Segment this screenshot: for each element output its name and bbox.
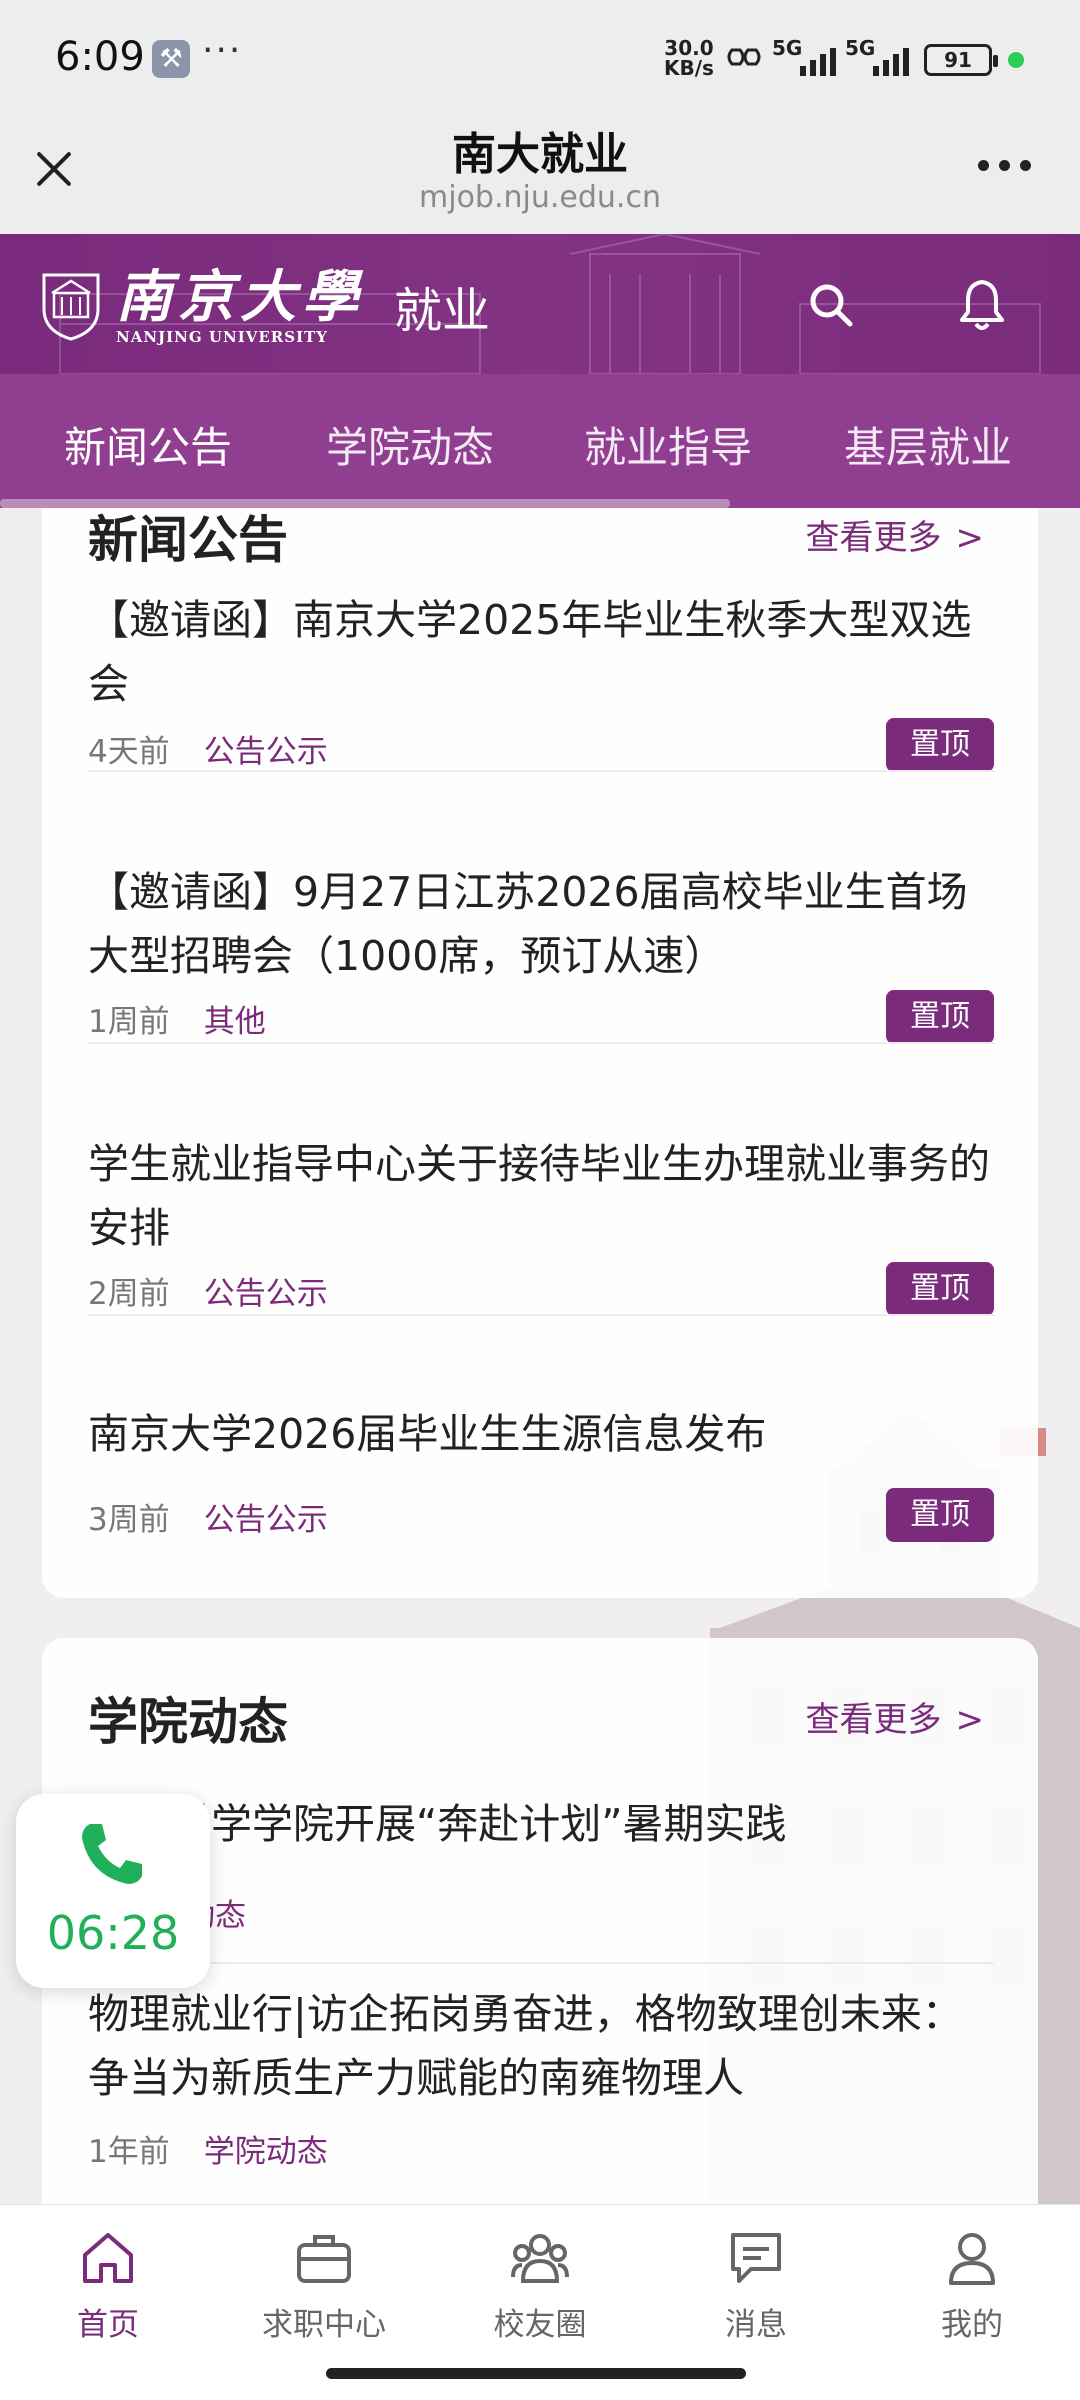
news-item[interactable]: 【邀请函】9月27日江苏2026届高校毕业生首场大型招聘会（1000席，预订从速…	[88, 860, 994, 1120]
tab-news[interactable]: 新闻公告	[64, 414, 232, 475]
news-item[interactable]: 【邀请函】南京大学2025年毕业生秋季大型双选会 4天前 公告公示 置顶	[88, 588, 994, 848]
home-icon	[83, 2233, 133, 2283]
divider	[88, 1314, 994, 1316]
search-icon[interactable]	[808, 282, 854, 328]
tab-career-guidance[interactable]: 就业指导	[584, 414, 752, 475]
college-item-time: 1年前	[88, 2134, 170, 2170]
battery-indicator: 91	[924, 44, 998, 76]
wrench-icon: ⚒	[152, 40, 190, 78]
news-item-title: 南京大学2026届毕业生生源信息发布	[88, 1410, 767, 1458]
call-duration: 06:28	[46, 1906, 180, 1960]
news-item-meta: 3周前 公告公示	[88, 1494, 328, 1539]
news-item-time: 2周前	[88, 1276, 170, 1312]
divider	[88, 1042, 994, 1044]
news-item-tag[interactable]: 公告公示	[204, 1276, 328, 1312]
tab-grassroots-jobs[interactable]: 基层就业	[844, 414, 1012, 475]
news-item-meta: 2周前 公告公示	[88, 1268, 328, 1313]
college-item-tag[interactable]: 学院动态	[204, 2134, 328, 2170]
college-item-title: 空间科学学院开展“奔赴计划”暑期实践	[88, 1800, 787, 1848]
page-url: mjob.nju.edu.cn	[419, 180, 661, 215]
site-header: 南京大學 NANJING UNIVERSITY 就业	[0, 234, 1080, 374]
news-section-card: 新闻公告 查看更多 > 【邀请函】南京大学2025年毕业生秋季大型双选会 4天前公…	[42, 508, 1038, 1598]
news-more-label: 查看更多	[805, 518, 942, 558]
news-item-title: 【邀请函】9月27日江苏2026届高校毕业生首场大型招聘会（1000席，预订从速…	[88, 868, 968, 980]
college-item[interactable]: 物理就业行|访企拓岗勇奋进，格物致理创未来：争当为新质生产力赋能的南雍物理人 1…	[88, 1982, 994, 2204]
nju-logo[interactable]: 南京大學 NANJING UNIVERSITY 就业	[40, 256, 490, 356]
news-item-title: 学生就业指导中心关于接待毕业生办理就业事务的安排	[88, 1140, 990, 1252]
college-section-title: 学院动态	[88, 1693, 288, 1751]
tabs-scroll-indicator	[0, 499, 730, 508]
news-item-time: 4天前	[88, 734, 170, 770]
news-item[interactable]: 南京大学2026届毕业生生源信息发布 3周前 公告公示 置顶	[88, 1402, 994, 1582]
logo-subtitle: 就业	[394, 283, 491, 339]
status-time: 6:09	[55, 34, 145, 80]
privacy-dot-icon	[1008, 52, 1024, 68]
notification-bell-icon[interactable]	[956, 278, 1008, 332]
news-item-title: 【邀请函】南京大学2025年毕业生秋季大型双选会	[88, 596, 972, 708]
news-item-time: 3周前	[88, 1502, 170, 1538]
news-item-meta: 1周前 其他	[88, 996, 266, 1041]
nav-alumni-label: 校友圈	[493, 2307, 587, 2343]
news-item-tag[interactable]: 公告公示	[204, 1502, 328, 1538]
signal-sim2-icon: 5G	[845, 36, 909, 76]
sim1-label: 5G	[772, 36, 803, 60]
logo-english-name: NANJING UNIVERSITY	[116, 328, 328, 346]
network-speed: 30.0 KB/s	[664, 38, 714, 78]
person-icon	[949, 2233, 995, 2285]
sim2-label: 5G	[845, 36, 876, 60]
briefcase-icon	[297, 2235, 351, 2283]
college-more-label: 查看更多	[805, 1700, 942, 1740]
nav-job-center-label: 求职中心	[262, 2307, 386, 2343]
people-icon	[511, 2234, 569, 2283]
news-item-tag[interactable]: 其他	[204, 1004, 266, 1040]
pinned-badge: 置顶	[886, 990, 994, 1044]
chevron-right-icon: >	[955, 518, 985, 558]
home-indicator[interactable]	[326, 2368, 746, 2379]
category-tabs: 新闻公告 学院动态 就业指导 基层就业	[0, 374, 1080, 508]
browser-titlebar: 南大就业 mjob.nju.edu.cn	[0, 116, 1080, 234]
signal-sim1-icon: 5G	[772, 36, 836, 76]
pinned-badge: 置顶	[886, 1262, 994, 1316]
network-speed-unit: KB/s	[664, 56, 714, 80]
college-item-meta: 1年前 学院动态	[88, 2126, 328, 2171]
page-title: 南大就业	[452, 129, 628, 180]
nav-profile[interactable]: 我的	[902, 2227, 1042, 2344]
network-speed-value: 30.0	[664, 36, 714, 60]
logo-chinese-name: 南京大學	[116, 264, 364, 330]
college-item[interactable]: 空间科学学院开展“奔赴计划”暑期实践 学院动态	[88, 1792, 994, 1972]
chat-icon	[731, 2233, 781, 2283]
nav-messages-label: 消息	[725, 2307, 787, 2343]
ongoing-call-widget[interactable]: 06:28	[16, 1794, 210, 1988]
nav-home[interactable]: 首页	[38, 2227, 178, 2344]
phone-icon	[82, 1824, 142, 1884]
nav-alumni[interactable]: 校友圈	[470, 2227, 610, 2344]
news-item-time: 1周前	[88, 1004, 170, 1040]
pinned-badge: 置顶	[886, 1488, 994, 1542]
nav-profile-label: 我的	[941, 2307, 1003, 2343]
nav-messages[interactable]: 消息	[686, 2227, 826, 2344]
tab-college-news[interactable]: 学院动态	[326, 414, 494, 475]
divider	[88, 770, 994, 772]
news-item-tag[interactable]: 公告公示	[204, 734, 328, 770]
more-notifications-icon: ···	[202, 30, 243, 71]
news-item-meta: 4天前 公告公示	[88, 726, 328, 771]
chevron-right-icon: >	[955, 1700, 985, 1740]
nju-seal-icon	[42, 273, 100, 341]
news-item[interactable]: 学生就业指导中心关于接待毕业生办理就业事务的安排 2周前 公告公示 置顶	[88, 1132, 994, 1392]
college-item-title: 物理就业行|访企拓岗勇奋进，格物致理创未来：争当为新质生产力赋能的南雍物理人	[88, 1990, 963, 2102]
nav-job-center[interactable]: 求职中心	[254, 2227, 394, 2344]
college-more-link[interactable]: 查看更多 >	[806, 1692, 985, 1741]
status-bar: 6:09 ⚒ ··· 30.0 KB/s 5G 5G 91	[0, 0, 1080, 116]
divider	[88, 1962, 994, 1964]
pinned-badge: 置顶	[886, 718, 994, 772]
nav-home-label: 首页	[77, 2307, 139, 2343]
hotspot-link-icon	[727, 48, 761, 66]
news-section-title: 新闻公告	[88, 511, 288, 569]
more-options-button[interactable]	[978, 150, 1034, 180]
news-more-link[interactable]: 查看更多 >	[806, 510, 985, 559]
